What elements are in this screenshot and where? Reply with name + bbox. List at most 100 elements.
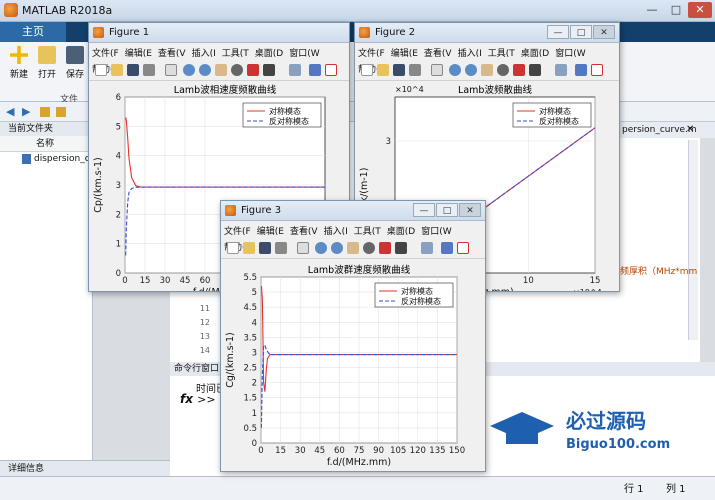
- save-figure-icon[interactable]: [259, 242, 271, 254]
- colorbar-icon[interactable]: [309, 64, 321, 76]
- menu-view[interactable]: 查看(V: [287, 221, 321, 237]
- rotate-icon[interactable]: [363, 242, 375, 254]
- menu-file[interactable]: 文件(F: [355, 43, 388, 59]
- brush-icon[interactable]: [263, 64, 275, 76]
- link-icon[interactable]: [421, 242, 433, 254]
- open-file-icon[interactable]: [111, 64, 123, 76]
- x-tick-label: 30: [295, 446, 306, 456]
- legend-icon[interactable]: [591, 64, 603, 76]
- open-file-icon[interactable]: [377, 64, 389, 76]
- brush-icon[interactable]: [395, 242, 407, 254]
- pan-icon[interactable]: [215, 64, 227, 76]
- x-tick-label: 135: [429, 446, 445, 456]
- y-tick-label: 1: [116, 240, 121, 250]
- zoom-in-icon[interactable]: [315, 242, 327, 254]
- function-browser-icon[interactable]: fx >>: [180, 392, 216, 406]
- menu-view[interactable]: 查看(V: [155, 43, 189, 59]
- browse-folder-icon[interactable]: [56, 107, 66, 117]
- data-cursor-icon[interactable]: [513, 64, 525, 76]
- maximize-button[interactable]: □: [664, 2, 688, 18]
- tab-home[interactable]: 主页: [0, 22, 66, 42]
- menu-desktop[interactable]: 桌面(D: [384, 221, 418, 237]
- zoom-out-icon[interactable]: [465, 64, 477, 76]
- zoom-out-icon[interactable]: [199, 64, 211, 76]
- folder-up-icon[interactable]: [40, 107, 50, 117]
- data-cursor-icon[interactable]: [379, 242, 391, 254]
- colorbar-icon[interactable]: [575, 64, 587, 76]
- figure-toolbar: [221, 239, 485, 259]
- zoom-in-icon[interactable]: [449, 64, 461, 76]
- details-panel-title[interactable]: 详细信息: [0, 460, 170, 476]
- close-button[interactable]: ✕: [688, 2, 712, 18]
- print-icon[interactable]: [409, 64, 421, 76]
- print-icon[interactable]: [143, 64, 155, 76]
- menu-edit[interactable]: 编辑(E: [254, 221, 287, 237]
- editor-tab[interactable]: persion_curve.m: [620, 122, 715, 138]
- maximize-button[interactable]: □: [570, 25, 592, 39]
- y-axis-label: k/(m-1): [359, 168, 370, 203]
- close-button[interactable]: ✕: [459, 203, 481, 217]
- y-tick-label: 3: [116, 181, 121, 191]
- y-tick-label: 0.5: [243, 424, 257, 434]
- save-button[interactable]: 保存: [62, 46, 88, 80]
- zoom-out-icon[interactable]: [331, 242, 343, 254]
- save-figure-icon[interactable]: [127, 64, 139, 76]
- open-file-icon[interactable]: [243, 242, 255, 254]
- menu-edit[interactable]: 编辑(E: [122, 43, 155, 59]
- zoom-in-icon[interactable]: [183, 64, 195, 76]
- menu-insert[interactable]: 插入(I: [189, 43, 219, 59]
- colorbar-icon[interactable]: [441, 242, 453, 254]
- file-list-item[interactable]: dispersion_cu: [0, 152, 93, 166]
- open-button[interactable]: 打开: [34, 46, 60, 80]
- folder-icon: [38, 46, 56, 64]
- rotate-icon[interactable]: [231, 64, 243, 76]
- editor-scrollbar[interactable]: [688, 140, 698, 340]
- x-tick-label: 60: [334, 446, 345, 456]
- menu-file[interactable]: 文件(F: [221, 221, 254, 237]
- pointer-icon[interactable]: [431, 64, 443, 76]
- link-icon[interactable]: [555, 64, 567, 76]
- figure-3-window[interactable]: Figure 3 — □ ✕ 文件(F 编辑(E 查看(V 插入(I 工具(T 桌面(D 窗口(…: [220, 200, 486, 472]
- new-figure-icon[interactable]: [361, 64, 373, 76]
- current-folder-title: 当前文件夹: [0, 122, 93, 136]
- print-icon[interactable]: [275, 242, 287, 254]
- menu-view[interactable]: 查看(V: [421, 43, 455, 59]
- editor-close-icon[interactable]: ✕: [686, 124, 694, 135]
- menu-tools[interactable]: 工具(T: [485, 43, 518, 59]
- new-button[interactable]: 新建: [6, 46, 32, 80]
- data-cursor-icon[interactable]: [247, 64, 259, 76]
- minimize-button[interactable]: —: [413, 203, 435, 217]
- back-arrow-icon[interactable]: ◀: [6, 105, 14, 118]
- maximize-button[interactable]: □: [436, 203, 458, 217]
- menu-insert[interactable]: 插入(I: [455, 43, 485, 59]
- menu-tools[interactable]: 工具(T: [351, 221, 384, 237]
- minimize-button[interactable]: —: [640, 2, 664, 18]
- save-figure-icon[interactable]: [393, 64, 405, 76]
- menu-window[interactable]: 窗口(W: [418, 221, 454, 237]
- pan-icon[interactable]: [347, 242, 359, 254]
- y-tick-label: 1: [252, 409, 257, 419]
- name-column-header[interactable]: 名称: [0, 136, 93, 152]
- legend-icon[interactable]: [457, 242, 469, 254]
- rotate-icon[interactable]: [497, 64, 509, 76]
- menu-desktop[interactable]: 桌面(D: [518, 43, 552, 59]
- menu-file[interactable]: 文件(F: [89, 43, 122, 59]
- new-figure-icon[interactable]: [95, 64, 107, 76]
- new-figure-icon[interactable]: [227, 242, 239, 254]
- close-button[interactable]: ✕: [593, 25, 615, 39]
- pointer-icon[interactable]: [165, 64, 177, 76]
- menu-window[interactable]: 窗口(W: [552, 43, 588, 59]
- x-tick-label: 75: [354, 446, 365, 456]
- menu-desktop[interactable]: 桌面(D: [252, 43, 286, 59]
- minimize-button[interactable]: —: [547, 25, 569, 39]
- legend-icon[interactable]: [325, 64, 337, 76]
- menu-insert[interactable]: 插入(I: [321, 221, 351, 237]
- forward-arrow-icon[interactable]: ▶: [22, 105, 30, 118]
- pan-icon[interactable]: [481, 64, 493, 76]
- brush-icon[interactable]: [529, 64, 541, 76]
- menu-edit[interactable]: 编辑(E: [388, 43, 421, 59]
- link-icon[interactable]: [289, 64, 301, 76]
- pointer-icon[interactable]: [297, 242, 309, 254]
- menu-tools[interactable]: 工具(T: [219, 43, 252, 59]
- menu-window[interactable]: 窗口(W: [286, 43, 322, 59]
